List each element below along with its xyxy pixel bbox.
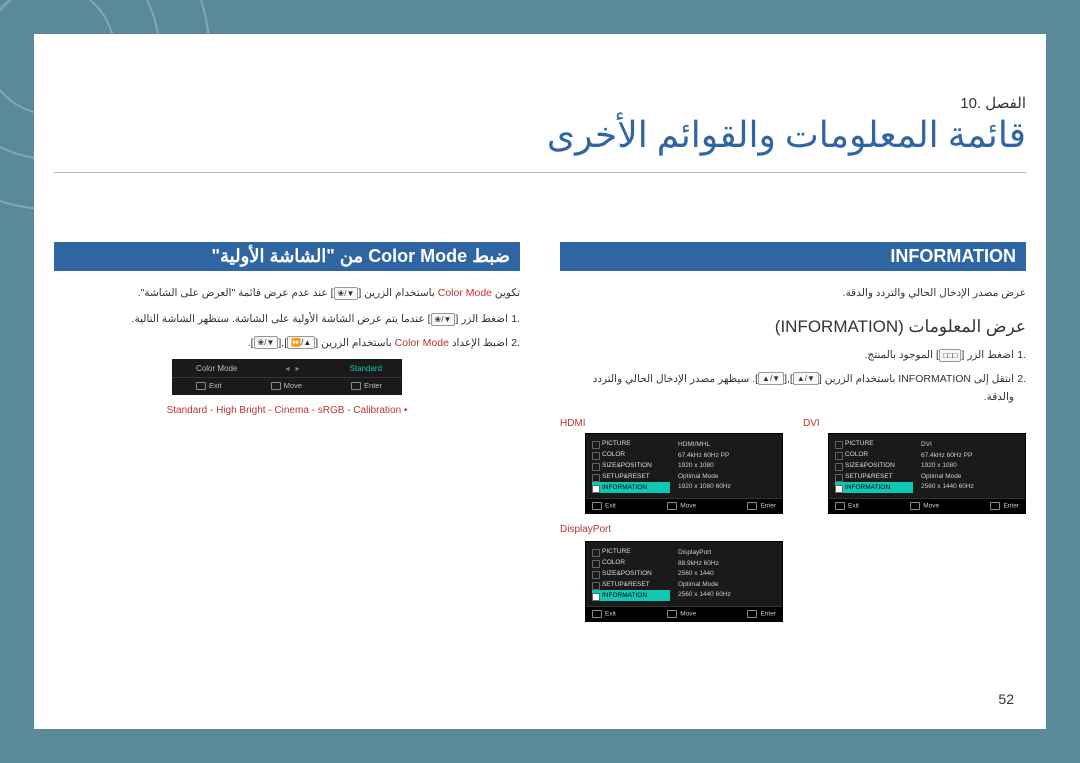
- osd-menu: PICTURE COLOR SIZE&POSITION SETUP&RESET …: [586, 434, 674, 497]
- osd-block-hdmi: HDMI PICTURE COLOR SIZE&POSITION SETUP&R…: [560, 412, 783, 514]
- info-step-2: .2 انتقل إلى INFORMATION باستخدام الزرين…: [560, 371, 1026, 407]
- col-information: INFORMATION عرض مصدر الإدخال الحالي والت…: [560, 242, 1026, 622]
- osd-info-dvi: DVI 67.4kHz 60Hz PP 1920 x 1080 Optimal …: [917, 434, 1017, 498]
- divider: [54, 172, 1026, 173]
- osd-panel-displayport: PICTURE COLOR SIZE&POSITION SETUP&RESET …: [585, 541, 783, 622]
- flower-key-icon: ❀/▼: [254, 336, 279, 349]
- osd-menu-item: SIZE&POSITION: [835, 460, 913, 471]
- cm-steps: .1 اضغط الزر [❀/▼] عندما يتم عرض الشاشة …: [54, 311, 520, 353]
- cm-step-2: .2 اضبط الإعداد Color Mode باستخدام الزر…: [54, 335, 520, 353]
- osd-colormode-panel: Color Mode ◂ ▸ Standard Exit Move Enter: [172, 359, 402, 395]
- osd-info-displayport: DisplayPort 88.9kHz 60Hz 2560 x 1440 Opt…: [674, 542, 774, 606]
- osd-row-2: DisplayPort PICTURE COLOR SIZE&POSITION …: [560, 518, 1026, 622]
- osd-cm-row: Color Mode ◂ ▸ Standard: [172, 359, 402, 378]
- page-title: قائمة المعلومات والقوائم الأخرى: [54, 114, 1026, 156]
- columns: INFORMATION عرض مصدر الإدخال الحالي والت…: [54, 242, 1026, 622]
- updown-key-icon: ▲/▼: [758, 372, 784, 385]
- osd-menu-item: SIZE&POSITION: [592, 460, 670, 471]
- osd-cm-bar: Exit Move Enter: [172, 378, 402, 395]
- osd-menu-item: PICTURE: [592, 546, 670, 557]
- col-colormode: ضبط Color Mode من "الشاشة الأولية" تكوين…: [54, 242, 520, 622]
- osd-bottom-bar: Exit Move Enter: [586, 498, 782, 513]
- menu-key-icon: □□□: [939, 349, 962, 362]
- osd-block-spacer: [803, 518, 1026, 622]
- section-bar-information: INFORMATION: [560, 242, 1026, 271]
- header: الفصل .10 قائمة المعلومات والقوائم الأخر…: [54, 94, 1026, 156]
- osd-info-hdmi: HDMI/MHL 67.4kHz 60Hz PP 1920 x 1080 Opt…: [674, 434, 774, 498]
- chapter-label: الفصل .10: [54, 94, 1026, 112]
- updown-key-icon: ▲/▼: [793, 372, 819, 385]
- info-step-1: .1 اضغط الزر [□□□] الموجود بالمنتج.: [560, 347, 1026, 365]
- osd-bottom-bar: Exit Move Enter: [586, 606, 782, 621]
- cm-step-1: .1 اضغط الزر [❀/▼] عندما يتم عرض الشاشة …: [54, 311, 520, 329]
- flower-key-icon: ❀/▼: [334, 287, 359, 300]
- osd-panel-hdmi: PICTURE COLOR SIZE&POSITION SETUP&RESET …: [585, 433, 783, 514]
- osd-menu-item: COLOR: [592, 557, 670, 568]
- page-number: 52: [998, 691, 1014, 707]
- osd-menu-item: COLOR: [835, 449, 913, 460]
- osd-menu-item: COLOR: [592, 449, 670, 460]
- osd-label-dvi: DVI: [803, 418, 1026, 429]
- osd-label-hdmi: HDMI: [560, 418, 783, 429]
- info-intro: عرض مصدر الإدخال الحالي والتردد والدقة.: [560, 285, 1026, 303]
- osd-menu-item-active: INFORMATION: [835, 482, 913, 493]
- arrows-icon: ◂ ▸: [285, 364, 301, 373]
- section-bar-colormode: ضبط Color Mode من "الشاشة الأولية": [54, 242, 520, 271]
- osd-menu-item: SETUP&RESET: [835, 471, 913, 482]
- nav-key-icon: ⏩/▲: [287, 336, 315, 349]
- osd-menu-item: SIZE&POSITION: [592, 568, 670, 579]
- osd-menu-item-active: INFORMATION: [592, 482, 670, 493]
- osd-menu-item: PICTURE: [592, 438, 670, 449]
- flower-key-icon: ❀/▼: [431, 313, 456, 326]
- info-subhead: عرض المعلومات (INFORMATION): [560, 317, 1026, 337]
- cm-modes-list: Standard - High Bright - Cinema - sRGB -…: [54, 405, 520, 416]
- osd-menu-item-active: INFORMATION: [592, 590, 670, 601]
- osd-menu: PICTURE COLOR SIZE&POSITION SETUP&RESET …: [829, 434, 917, 497]
- osd-label-displayport: DisplayPort: [560, 524, 783, 535]
- info-steps: .1 اضغط الزر [□□□] الموجود بالمنتج. .2 ا…: [560, 347, 1026, 407]
- osd-block-displayport: DisplayPort PICTURE COLOR SIZE&POSITION …: [560, 518, 783, 622]
- osd-menu-item: SETUP&RESET: [592, 579, 670, 590]
- osd-menu: PICTURE COLOR SIZE&POSITION SETUP&RESET …: [586, 542, 674, 605]
- osd-menu-item: PICTURE: [835, 438, 913, 449]
- osd-bottom-bar: Exit Move Enter: [829, 498, 1025, 513]
- cm-intro: تكوين Color Mode باستخدام الزرين [❀/▼] ع…: [54, 285, 520, 303]
- osd-panel-dvi: PICTURE COLOR SIZE&POSITION SETUP&RESET …: [828, 433, 1026, 514]
- page: الفصل .10 قائمة المعلومات والقوائم الأخر…: [34, 34, 1046, 729]
- osd-block-dvi: DVI PICTURE COLOR SIZE&POSITION SETUP&RE…: [803, 412, 1026, 514]
- osd-row-1: DVI PICTURE COLOR SIZE&POSITION SETUP&RE…: [560, 412, 1026, 514]
- osd-menu-item: SETUP&RESET: [592, 471, 670, 482]
